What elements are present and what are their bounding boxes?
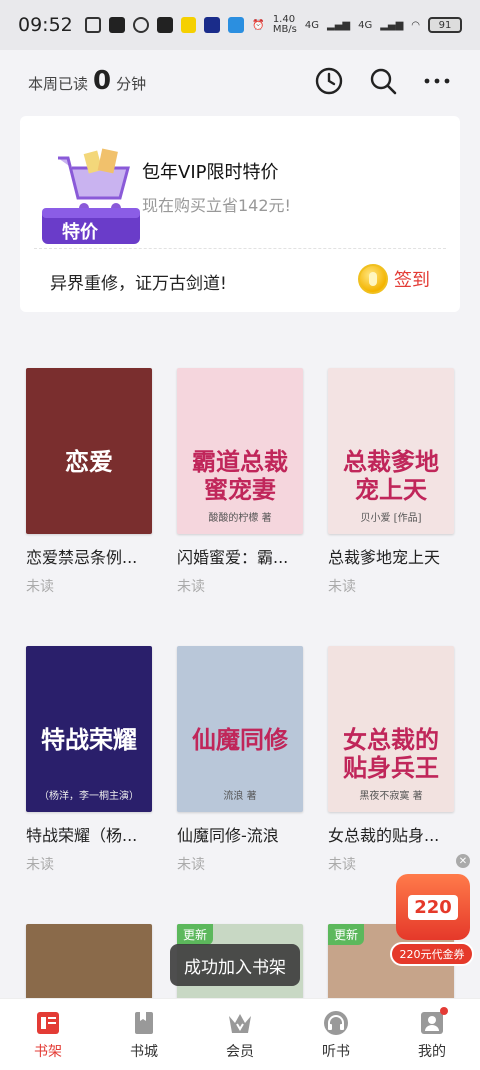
book-item[interactable]: 仙魔同修流浪 著仙魔同修-流浪 未读 [177,646,303,874]
cover-title: 恋爱 [65,447,113,476]
search-icon [370,68,397,95]
update-badge: 更新 [177,924,214,945]
signal-4g-2: 4G [358,19,373,31]
nav-label: 书架 [34,1043,62,1060]
recommend-slogan[interactable]: 异界重修，证万古剑道! [50,269,227,294]
book-cover[interactable]: 霸道总裁 蜜宠妻酸酸的柠檬 著 [177,368,303,534]
coin-icon [358,264,388,294]
nav-label: 我的 [418,1043,446,1060]
book-cover[interactable]: 总裁爹地 宠上天贝小爱 [作品] [328,368,454,534]
book-title: 特战荣耀（杨... [26,826,138,845]
book-read-status: 未读 [328,579,356,595]
cover-author: 黑夜不寂寞 著 [359,791,423,802]
signal-bars-icon: ▂▄▆ [380,19,404,31]
coupon-value: 220 [408,894,458,920]
book-item[interactable]: 特战荣耀 （杨洋，李一桐主演） 特战荣耀（杨... 未读 [26,646,152,874]
nav-label: 会员 [226,1043,254,1060]
cover-author: 流浪 著 [223,791,257,802]
cover-title: 总裁爹地 宠上天 [343,447,439,504]
tiktok-icon [108,17,125,33]
signal-4g-1: 4G [304,19,320,31]
headphones-icon [322,1009,350,1037]
signal-bars-icon: ▂▄▆ [327,19,351,31]
bookstore-icon [130,1009,158,1037]
book-title: 总裁爹地宠上天 [328,548,441,567]
battery-icon: 91 [428,17,463,33]
coupon-float[interactable]: ✕ 220 220元代金券 [390,854,474,966]
book-cover[interactable]: 仙魔同修 流浪 著 [177,646,303,812]
net-speed: 1.40 MB/s [272,14,297,35]
nav-label: 听书 [322,1043,350,1060]
cover-title: 特战荣耀 [41,725,137,754]
read-minutes: 0 [93,66,112,96]
book-item[interactable]: 女总裁的 贴身兵王 黑夜不寂寞 著女总裁的贴身... 未读 [328,646,454,874]
wifi-icon: ◠ [411,19,421,31]
signin-button[interactable]: 签到 [358,264,430,294]
nav-audiobook[interactable]: 听书 [288,999,384,1070]
book-read-status: 未读 [26,857,54,873]
book-title: 仙魔同修-流浪 [177,826,279,845]
app-notification-icon [84,17,101,33]
weekly-reading-stat: 本周已读 0 分钟 [28,66,146,96]
coupon-label: 220元代金券 [390,942,474,966]
vip-badge-text: 特价 [62,222,98,243]
nav-vip[interactable]: 会员 [192,999,288,1070]
cover-title: 女总裁的 贴身兵王 [343,725,439,782]
cover-title: 仙魔同修 [192,725,288,754]
book-title: 恋爱禁忌条例... [26,548,138,567]
nav-label: 书城 [130,1043,158,1060]
book-read-status: 未读 [177,857,205,873]
music-icon [132,17,149,33]
book-read-status: 未读 [26,579,54,595]
book-cover[interactable]: 恋爱 [26,368,152,534]
cloud-app-icon [228,17,245,33]
vip-subtitle: 现在购买立省142元! [142,196,291,215]
more-button[interactable] [422,66,452,96]
search-button[interactable] [368,66,398,96]
book-item[interactable]: 恋爱恋爱禁忌条例... 未读 [26,368,152,596]
blue-app-icon [204,17,221,33]
divider [34,248,446,249]
alarm-icon: ⏰ [252,19,265,31]
clock-icon [315,67,343,95]
cover-title: 霸道总裁 蜜宠妻 [192,447,288,504]
status-bar: 09:52 ⏰ 1.40 MB/s 4G ▂▄▆ 4G ▂▄▆ ◠ 91 [0,0,480,50]
book-title: 闪婚蜜爱：霸... [177,548,289,567]
book-item[interactable]: 霸道总裁 蜜宠妻酸酸的柠檬 著闪婚蜜爱：霸... 未读 [177,368,303,596]
book-read-status: 未读 [177,579,205,595]
vip-title[interactable]: 包年VIP限时特价 [142,158,278,184]
read-suffix: 分钟 [116,75,147,93]
nav-profile[interactable]: 我的 [384,999,480,1070]
status-time: 09:52 [18,14,73,36]
book-item[interactable]: 总裁爹地 宠上天贝小爱 [作品] 总裁爹地宠上天 未读 [328,368,454,596]
book-cover[interactable]: 特战荣耀 （杨洋，李一桐主演） [26,646,152,812]
book-cover[interactable]: 女总裁的 贴身兵王黑夜不寂寞 著 [328,646,454,812]
bottom-nav: 书架 书城 会员 听书 我的 [0,998,480,1070]
notification-dot [440,1007,448,1015]
read-prefix: 本周已读 [28,75,89,93]
history-button[interactable] [314,66,344,96]
cover-author: （杨洋，李一桐主演） [39,791,139,802]
vip-crown-icon [226,1009,254,1037]
close-icon[interactable]: ✕ [456,854,470,868]
nav-bookshelf[interactable]: 书架 [0,999,96,1070]
cover-author: 贝小爱 [作品] [360,513,422,524]
book-title: 女总裁的贴身... [328,826,440,845]
toast-message: 成功加入书架 [170,944,300,986]
coupon-box: 220 [396,874,470,940]
signin-label: 签到 [394,270,430,291]
update-badge: 更新 [328,924,365,945]
shelf-header: 本周已读 0 分钟 [0,50,480,112]
cover-author: 酸酸的柠檬 著 [208,513,272,524]
more-icon [424,78,450,84]
vip-discount-banner[interactable]: 特价 [40,138,140,248]
reader-app-icon [180,17,197,33]
an-app-icon [156,17,173,33]
promo-card: 特价 包年VIP限时特价 现在购买立省142元! 异界重修，证万古剑道! 签到 [20,116,460,312]
bookshelf-icon [34,1009,62,1037]
nav-bookstore[interactable]: 书城 [96,999,192,1070]
